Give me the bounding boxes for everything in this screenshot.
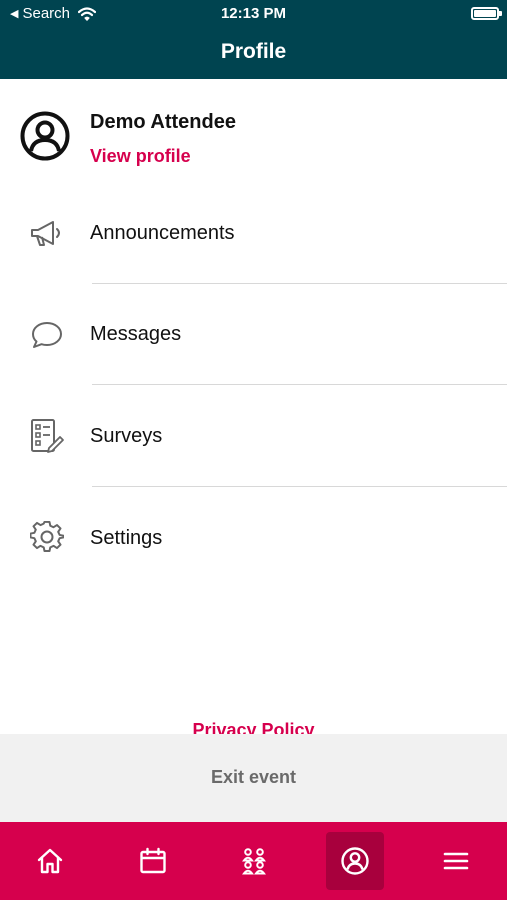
status-bar: ◀ Search 12:13 PM <box>0 0 507 28</box>
menu-label-settings: Settings <box>90 527 163 549</box>
megaphone-icon <box>28 215 66 253</box>
privacy-policy-wrapper: Privacy Policy <box>0 715 507 734</box>
menu-item-surveys[interactable]: Surveys <box>0 385 507 485</box>
menu-label-surveys: Surveys <box>90 425 163 447</box>
chat-bubble-icon <box>28 316 66 354</box>
exit-event-button[interactable]: Exit event <box>0 767 507 788</box>
profile-icon <box>341 847 369 875</box>
menu-label-messages: Messages <box>90 323 182 345</box>
tab-profile[interactable] <box>326 832 384 890</box>
menu-item-announcements[interactable]: Announcements <box>0 183 507 283</box>
exit-event-bar: Exit event <box>0 734 507 822</box>
tab-home[interactable] <box>21 832 79 890</box>
profile-name: Demo Attendee <box>90 111 236 133</box>
tab-calendar[interactable] <box>124 832 182 890</box>
avatar-icon <box>20 111 70 161</box>
page-title: Profile <box>220 40 287 63</box>
menu-icon <box>443 852 469 870</box>
view-profile-link[interactable]: View profile <box>90 146 191 167</box>
app-header: ◀ Search 12:13 PM Profile <box>0 0 507 79</box>
people-icon <box>242 848 266 875</box>
privacy-policy-link[interactable]: Privacy Policy <box>0 720 507 734</box>
gear-icon <box>28 518 66 556</box>
bottom-tab-bar <box>0 822 507 900</box>
status-time: 12:13 PM <box>220 5 287 22</box>
tab-menu[interactable] <box>427 832 485 890</box>
home-icon <box>37 848 63 874</box>
menu-label-announcements: Announcements <box>90 222 235 244</box>
survey-checklist-icon <box>28 417 66 455</box>
battery-icon <box>471 7 502 20</box>
calendar-icon <box>140 847 166 874</box>
menu-item-messages[interactable]: Messages <box>0 284 507 384</box>
menu-item-settings[interactable]: Settings <box>0 487 507 587</box>
tab-attendees[interactable] <box>225 832 283 890</box>
